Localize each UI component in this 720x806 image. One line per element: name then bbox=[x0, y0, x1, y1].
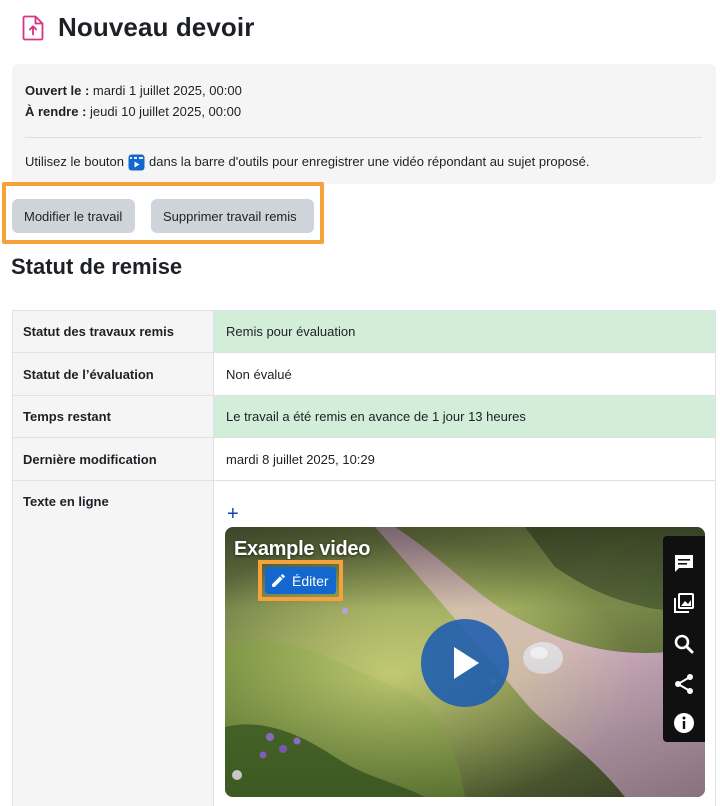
row-label: Texte en ligne bbox=[12, 480, 214, 806]
due-date: À rendre : jeudi 10 juillet 2025, 00:00 bbox=[25, 101, 702, 122]
row-value: Remis pour évaluation bbox=[213, 310, 716, 353]
row-label: Temps restant bbox=[12, 395, 214, 438]
edit-video-label: Éditer bbox=[292, 572, 329, 589]
video-title: Example video bbox=[234, 538, 371, 560]
row-label: Statut de l’évaluation bbox=[12, 352, 214, 396]
due-date-value: jeudi 10 juillet 2025, 00:00 bbox=[90, 104, 242, 119]
share-icon[interactable] bbox=[672, 672, 696, 696]
activity-dates-box: Ouvert le : mardi 1 juillet 2025, 00:00 … bbox=[12, 64, 716, 184]
due-date-label: À rendre : bbox=[25, 104, 87, 119]
row-value: mardi 8 juillet 2025, 10:29 bbox=[213, 437, 716, 481]
opened-date: Ouvert le : mardi 1 juillet 2025, 00:00 bbox=[25, 80, 702, 101]
delete-submission-button[interactable]: Supprimer travail remis bbox=[151, 199, 314, 233]
row-value: Le travail a été remis en avance de 1 jo… bbox=[213, 395, 716, 438]
page-title: Nouveau devoir bbox=[58, 12, 255, 42]
info-icon[interactable] bbox=[672, 711, 696, 735]
instruction-text: Utilisez le bouton dans la barre d'outil… bbox=[25, 152, 702, 172]
video-side-toolbar bbox=[663, 536, 705, 742]
row-value: Non évalué bbox=[213, 352, 716, 396]
comments-icon[interactable] bbox=[672, 552, 696, 576]
table-row: Temps restant Le travail a été remis en … bbox=[12, 395, 716, 438]
submission-actions: Modifier le travail Supprimer travail re… bbox=[2, 182, 324, 244]
opened-date-label: Ouvert le : bbox=[25, 83, 90, 98]
modify-submission-button[interactable]: Modifier le travail bbox=[12, 199, 135, 233]
record-video-icon bbox=[128, 154, 145, 170]
table-row: Statut des travaux remis Remis pour éval… bbox=[12, 310, 716, 353]
assignment-upload-icon bbox=[22, 15, 44, 40]
table-row: Statut de l’évaluation Non évalué bbox=[12, 352, 716, 396]
edit-video-button[interactable]: Éditer bbox=[265, 567, 336, 594]
play-icon bbox=[454, 647, 479, 679]
row-label: Statut des travaux remis bbox=[12, 310, 214, 353]
edit-highlight: Éditer bbox=[258, 560, 343, 601]
instruction-after: dans la barre d'outils pour enregistrer … bbox=[149, 154, 590, 169]
row-label: Dernière modification bbox=[12, 437, 214, 481]
search-icon[interactable] bbox=[672, 632, 696, 656]
expand-toggle[interactable]: + bbox=[227, 503, 239, 526]
divider bbox=[25, 137, 702, 138]
pencil-icon bbox=[272, 574, 285, 587]
image-gallery-icon[interactable] bbox=[672, 591, 696, 615]
table-row: Dernière modification mardi 8 juillet 20… bbox=[12, 437, 716, 481]
opened-date-value: mardi 1 juillet 2025, 00:00 bbox=[92, 83, 242, 98]
page-header: Nouveau devoir bbox=[22, 12, 254, 43]
video-player[interactable]: Example video Éditer bbox=[225, 527, 705, 797]
play-button[interactable] bbox=[421, 619, 509, 707]
section-title: Statut de remise bbox=[11, 254, 183, 279]
instruction-before: Utilisez le bouton bbox=[25, 154, 124, 169]
